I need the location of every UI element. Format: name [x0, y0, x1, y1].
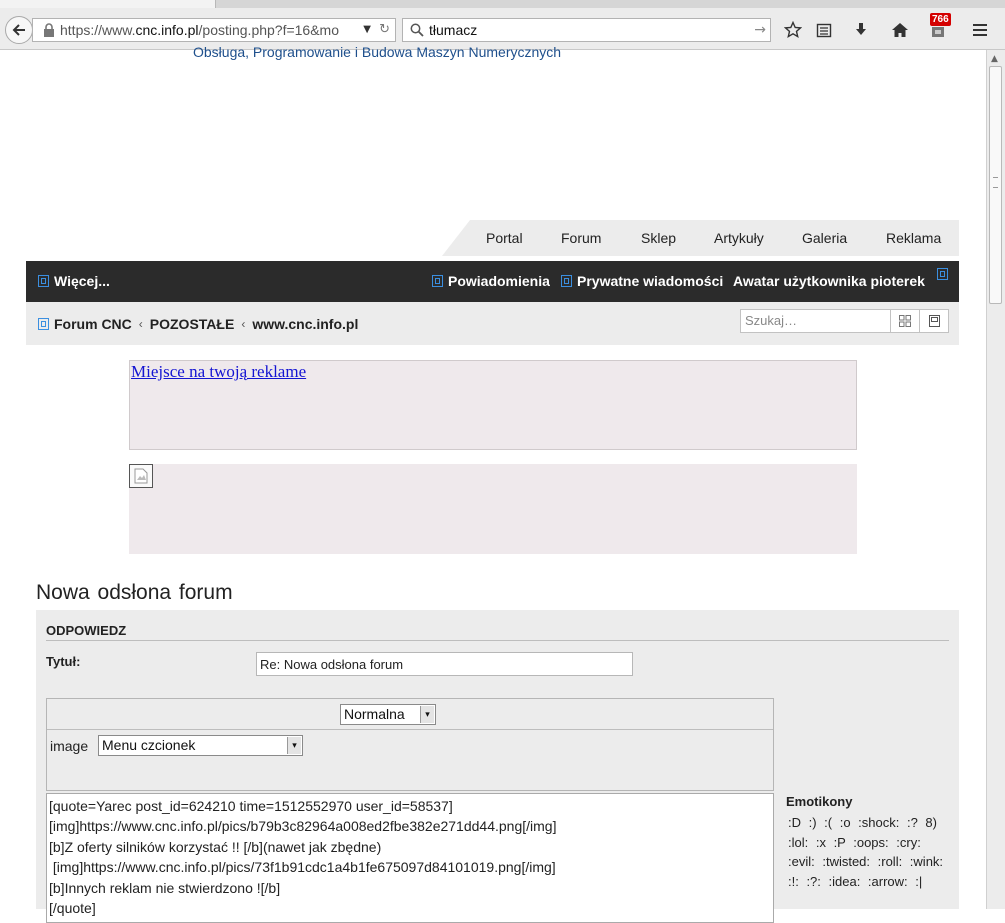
avatar-alt-text: Awatar użytkownika pioterek [733, 273, 925, 289]
breadcrumb-subforum[interactable]: www.cnc.info.pl [252, 316, 358, 332]
message-line: [img]https://www.cnc.info.pl/pics/b79b3c… [49, 818, 557, 835]
lock-icon [44, 23, 54, 37]
breadcrumb-bar: Forum CNC ‹ POZOSTAŁE ‹ www.cnc.info.pl … [26, 302, 959, 345]
back-button[interactable] [5, 16, 33, 44]
chevron-down-icon: ▾ [420, 706, 434, 723]
search-button[interactable] [890, 309, 920, 333]
url-domain: cnc.info.pl [135, 22, 199, 38]
home-icon[interactable] [888, 18, 912, 42]
nav-gallery[interactable]: Galeria [802, 230, 847, 246]
message-textarea[interactable]: [quote=Yarec post_id=624210 time=1512552… [46, 793, 774, 923]
bookmark-star-icon[interactable] [781, 18, 805, 42]
user-menu[interactable]: Awatar użytkownika pioterek [733, 273, 925, 289]
user-navbar: Więcej... Powiadomienia Prywatne wiadomo… [26, 261, 959, 302]
nav-ads[interactable]: Reklama [886, 230, 941, 246]
reply-form: ODPOWIEDZ Tytuł: Re: Nowa odsłona forum … [36, 610, 959, 923]
divider [46, 640, 949, 641]
browser-tab[interactable] [0, 0, 216, 8]
download-icon[interactable] [849, 18, 873, 42]
search-value[interactable]: tłumacz [429, 22, 477, 38]
breadcrumb-separator: ‹ [241, 317, 246, 331]
message-line: [img]https://www.cnc.info.pl/pics/73f1b9… [49, 859, 556, 876]
breadcrumb: Forum CNC ‹ POZOSTAŁE ‹ www.cnc.info.pl [38, 316, 358, 332]
notifications-label: Powiadomienia [448, 273, 550, 289]
more-menu[interactable]: Więcej... [38, 273, 110, 289]
address-bar[interactable]: https://www.cnc.info.pl/posting.php?f=16… [32, 18, 396, 42]
nav-articles[interactable]: Artykuły [714, 230, 764, 246]
menu-icon[interactable] [968, 18, 992, 42]
forum-search-input[interactable]: Szukaj… [740, 309, 891, 333]
url-path: /posting.php?f=16&mo [198, 22, 340, 38]
broken-image-icon[interactable] [129, 464, 153, 488]
browser-toolbar: https://www.cnc.info.pl/posting.php?f=16… [0, 0, 1005, 50]
subject-input[interactable]: Re: Nowa odsłona forum [256, 652, 633, 676]
breadcrumb-separator: ‹ [138, 317, 143, 331]
message-line: [b]Z oferty silników korzystać !! [/b](n… [49, 838, 382, 855]
nav-forum[interactable]: Forum [561, 230, 601, 246]
search-icon [410, 23, 424, 37]
avatar-image-icon[interactable] [937, 268, 948, 280]
more-icon [38, 275, 49, 287]
reading-list-icon[interactable] [812, 18, 836, 42]
format-toolbar: Normalna ▾ image Menu czcionek ▾ [46, 698, 774, 791]
emoticons-list[interactable]: :D :) :( :o :shock: :? 8) :lol: :x :P :o… [788, 813, 948, 891]
private-messages-link[interactable]: Prywatne wiadomości [561, 273, 723, 289]
scroll-up-icon[interactable]: ▲ [991, 54, 998, 64]
forum-home-icon [38, 318, 49, 330]
section-title: ODPOWIEDZ [46, 623, 127, 638]
dropdown-icon[interactable]: ▼ [363, 24, 371, 35]
ad-banner: Miejsce na twoją reklame [129, 360, 857, 450]
nav-shop[interactable]: Sklep [641, 230, 676, 246]
image-button[interactable]: image [50, 738, 88, 754]
page-title: Nowa odsłona forum [36, 581, 233, 604]
message-line: [/quote] [49, 900, 96, 917]
more-label: Więcej... [54, 273, 110, 289]
reload-icon[interactable]: ↻ [379, 22, 390, 37]
top-navigation: Portal Forum Sklep Artykuły Galeria Rekl… [442, 220, 959, 256]
message-line: [quote=Yarec post_id=624210 time=1512552… [49, 798, 453, 814]
advanced-search-button[interactable] [919, 309, 949, 333]
go-arrow-icon[interactable]: → [754, 22, 766, 38]
font-size-select[interactable]: Normalna ▾ [340, 704, 436, 725]
ad-banner-image [129, 464, 857, 554]
url-prefix: https://www. [60, 22, 136, 38]
font-menu-select[interactable]: Menu czcionek ▾ [98, 735, 303, 756]
notifications-icon [432, 275, 443, 287]
browser-search[interactable]: tłumacz → [402, 18, 771, 42]
address-text[interactable]: https://www.cnc.info.pl/posting.php?f=16… [60, 22, 360, 38]
font-menu-value: Menu czcionek [102, 737, 196, 753]
message-line: [b]Innych reklam nie stwierdzono ![/b] [49, 879, 281, 896]
messages-icon [561, 275, 572, 287]
chevron-down-icon: ▾ [287, 737, 301, 754]
search-grid-icon [899, 315, 911, 327]
emoticons-title: Emotikony [786, 794, 853, 809]
site-tagline: Obsługa, Programowanie i Budowa Maszyn N… [193, 44, 562, 60]
notification-badge: 766 [930, 13, 951, 26]
breadcrumb-category[interactable]: POZOSTAŁE [150, 316, 235, 332]
scrollbar-thumb[interactable] [989, 66, 1002, 304]
font-size-value: Normalna [344, 706, 405, 722]
back-arrow-icon [12, 24, 25, 36]
toolbar-divider [47, 729, 773, 730]
nav-portal[interactable]: Portal [486, 230, 523, 246]
notifications-link[interactable]: Powiadomienia [432, 273, 550, 289]
ad-link[interactable]: Miejsce na twoją reklame [131, 362, 306, 382]
breadcrumb-forum-cnc[interactable]: Forum CNC [54, 316, 132, 332]
subject-label: Tytuł: [46, 654, 81, 669]
vertical-scrollbar[interactable]: ▲ [986, 50, 1005, 909]
messages-label: Prywatne wiadomości [577, 273, 724, 289]
advanced-search-icon [928, 315, 940, 327]
tab-strip [0, 0, 1005, 8]
grip-icon [993, 177, 998, 188]
